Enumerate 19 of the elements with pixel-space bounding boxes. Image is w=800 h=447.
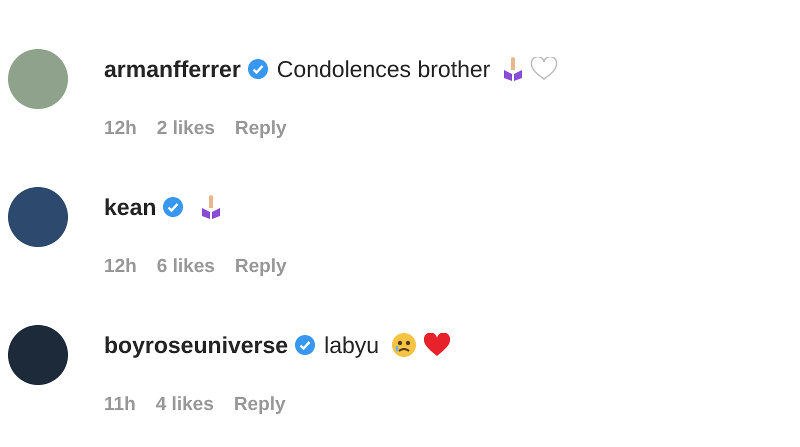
reply-button[interactable]: Reply: [234, 115, 287, 144]
comment-text: labyu: [324, 331, 380, 359]
like-count[interactable]: 6 likes: [156, 253, 215, 282]
username[interactable]: boyroseuniverse: [104, 331, 288, 359]
timestamp: 12h: [104, 117, 137, 141]
timestamp: 11h: [104, 393, 136, 417]
username[interactable]: kean: [104, 193, 156, 221]
username[interactable]: armanfferrer: [104, 55, 241, 83]
timestamp: 12h: [104, 255, 137, 279]
comment-text: Condolences brother: [276, 55, 490, 83]
crying-face-icon: [391, 332, 418, 358]
reply-button[interactable]: Reply: [234, 391, 286, 420]
praying-hands-icon: [200, 194, 222, 220]
reply-button[interactable]: Reply: [234, 253, 287, 282]
like-count[interactable]: 4 likes: [156, 391, 214, 420]
praying-hands-icon: [502, 56, 524, 82]
like-count[interactable]: 2 likes: [156, 115, 215, 144]
like-heart-icon[interactable]: [530, 57, 558, 81]
heart-icon: [423, 333, 452, 357]
